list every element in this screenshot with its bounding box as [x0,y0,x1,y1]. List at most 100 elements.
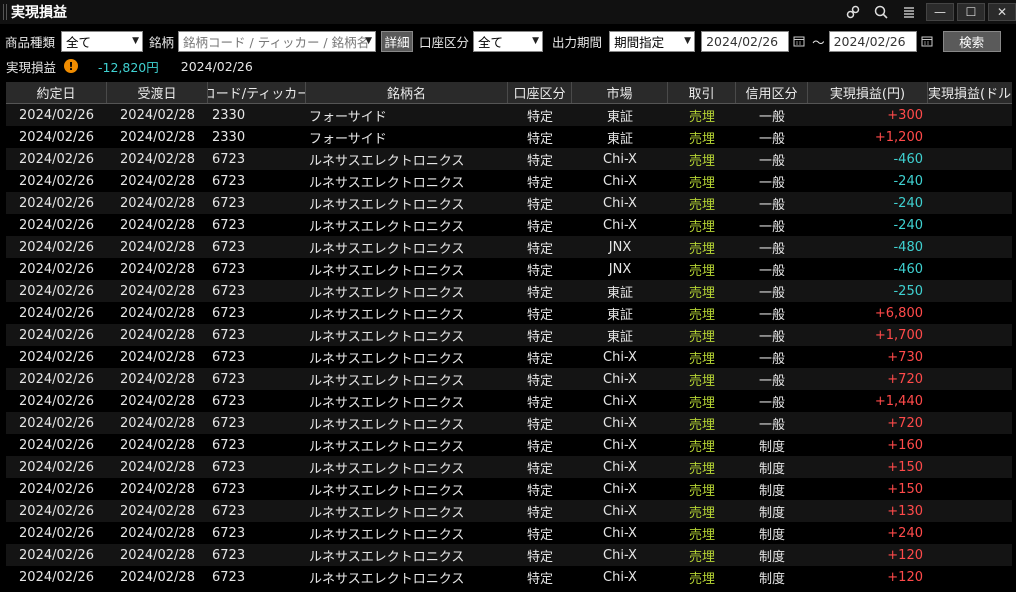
market-cell: Chi-X [603,525,637,541]
table-row[interactable]: 2024/02/26 2024/02/28 6723 ルネサスエレクトロニクス 特定 Ch… [6,148,1012,170]
table-row[interactable]: 2024/02/26 2024/02/28 6723 ルネサスエレクトロニクス 特定 東証… [6,302,1012,324]
name-cell: フォーサイド [309,109,387,125]
table-row[interactable]: 2024/02/26 2024/02/28 2330 フォーサイド 特定 東証 売埋 一般 +1… [6,126,1012,148]
market-cell: 東証 [606,109,633,125]
table-row[interactable]: 2024/02/26 2024/02/28 6723 ルネサスエレクトロニクス 特定 Ch… [6,544,1012,566]
account-select[interactable]: 全て ▼ [473,30,544,52]
settle-date-cell: 2024/02/28 [120,283,195,299]
code-cell: 6723 [212,525,246,541]
table-row[interactable]: 2024/02/26 2024/02/28 6723 ルネサスエレクトロニクス 特定 Ch… [6,170,1012,192]
col-header-name[interactable]: 銘柄名 [306,82,508,103]
market-cell: Chi-X [603,151,637,167]
link-icon[interactable] [839,2,867,22]
account-label: 口座区分 [419,34,470,50]
table-row[interactable]: 2024/02/26 2024/02/28 6723 ルネサスエレクトロニクス 特定 Ch… [6,522,1012,544]
code-cell: 6723 [212,349,246,365]
market-cell: Chi-X [603,547,637,563]
calendar-icon[interactable] [791,32,807,50]
maximize-button[interactable]: ☐ [957,3,985,21]
settle-date-cell: 2024/02/28 [120,569,195,585]
col-header-account[interactable]: 口座区分 [508,82,572,103]
settle-date-cell: 2024/02/28 [120,107,195,123]
name-cell: ルネサスエレクトロニクス [309,373,465,389]
pl-usd-cell [928,456,1012,478]
table-row[interactable]: 2024/02/26 2024/02/28 6723 ルネサスエレクトロニクス 特定 Ch… [6,566,1012,588]
filter-bar: 商品種類 全て ▼ 銘柄 銘柄コード / ティッカー / 銘柄名 ▼ 詳細 口座… [0,28,1016,54]
table-row[interactable]: 2024/02/26 2024/02/28 6723 ルネサスエレクトロニクス 特定 東証… [6,280,1012,302]
pl-usd-cell [928,214,1012,236]
table-row[interactable]: 2024/02/26 2024/02/28 6723 ルネサスエレクトロニクス 特定 Ch… [6,214,1012,236]
code-cell: 6723 [212,393,246,409]
table-row[interactable]: 2024/02/26 2024/02/28 6723 ルネサスエレクトロニクス 特定 Ch… [6,500,1012,522]
account-cell: 特定 [526,351,553,367]
menu-icon[interactable] [895,2,923,22]
date-from-field[interactable]: 2024/02/26 [701,30,790,52]
table-header: 約定日 受渡日 コード/ティッカー 銘柄名 口座区分 市場 取引 信用区分 実現… [6,82,1012,104]
account-cell: 特定 [526,329,553,345]
table-row[interactable]: 2024/02/26 2024/02/28 6723 ルネサスエレクトロニクス 特定 Ch… [6,346,1012,368]
pl-usd-cell [928,478,1012,500]
col-header-code[interactable]: コード/ティッカー [208,82,306,103]
trade-date-cell: 2024/02/26 [19,261,94,277]
product-type-select[interactable]: 全て ▼ [61,30,144,52]
trade-cell: 売埋 [688,241,715,257]
col-header-trade[interactable]: 取引 [668,82,736,103]
table-row[interactable]: 2024/02/26 2024/02/28 6723 ルネサスエレクトロニクス 特定 Ch… [6,434,1012,456]
pl-yen-cell: +720 [887,371,923,387]
pl-usd-cell [928,126,1012,148]
period-select[interactable]: 期間指定 ▼ [609,30,696,52]
window-title: 実現損益 [11,5,67,21]
name-cell: ルネサスエレクトロニクス [309,263,465,279]
table-row[interactable]: 2024/02/26 2024/02/28 6723 ルネサスエレクトロニクス 特定 Ch… [6,412,1012,434]
code-cell: 2330 [212,107,246,123]
symbol-input[interactable]: 銘柄コード / ティッカー / 銘柄名 ▼ [178,30,377,52]
detail-button[interactable]: 詳細 [381,30,414,52]
col-header-settle-date[interactable]: 受渡日 [107,82,208,103]
name-cell: ルネサスエレクトロニクス [309,285,465,301]
table-row[interactable]: 2024/02/26 2024/02/28 6723 ルネサスエレクトロニクス 特定 Ch… [6,368,1012,390]
table-row[interactable]: 2024/02/26 2024/02/28 6723 ルネサスエレクトロニクス 特定 Ch… [6,456,1012,478]
chevron-down-icon: ▼ [532,35,540,46]
market-cell: 東証 [606,329,633,345]
search-icon[interactable] [867,2,895,22]
table-row[interactable]: 2024/02/26 2024/02/28 6723 ルネサスエレクトロニクス 特定 Ch… [6,390,1012,412]
pl-usd-cell [928,522,1012,544]
date-to-field[interactable]: 2024/02/26 [828,30,917,52]
trade-date-cell: 2024/02/26 [19,481,94,497]
trade-date-cell: 2024/02/26 [19,503,94,519]
table-row[interactable]: 2024/02/26 2024/02/28 6723 ルネサスエレクトロニクス 特定 東証… [6,324,1012,346]
pl-usd-cell [928,500,1012,522]
warning-icon[interactable]: ! [64,59,79,73]
table-row[interactable]: 2024/02/26 2024/02/28 6723 ルネサスエレクトロニクス 特定 Ch… [6,192,1012,214]
account-cell: 特定 [526,307,553,323]
chevron-down-icon: ▼ [684,35,692,46]
table-row[interactable]: 2024/02/26 2024/02/28 6723 ルネサスエレクトロニクス 特定 JN… [6,236,1012,258]
credit-cell: 制度 [758,527,785,543]
table-row[interactable]: 2024/02/26 2024/02/28 6723 ルネサスエレクトロニクス 特定 JN… [6,258,1012,280]
table-row[interactable]: 2024/02/26 2024/02/28 2330 フォーサイド 特定 東証 売埋 一般 +3… [6,104,1012,126]
col-header-trade-date[interactable]: 約定日 [6,82,107,103]
search-button[interactable]: 検索 [942,30,1001,52]
credit-cell: 一般 [758,241,785,257]
name-cell: ルネサスエレクトロニクス [309,307,465,323]
col-header-market[interactable]: 市場 [572,82,668,103]
credit-cell: 一般 [758,131,785,147]
pl-yen-cell: +150 [887,481,923,497]
col-header-credit[interactable]: 信用区分 [736,82,808,103]
trade-cell: 売埋 [688,219,715,235]
minimize-button[interactable]: — [926,3,954,21]
col-header-pl-yen[interactable]: 実現損益(円) [808,82,928,103]
settle-date-cell: 2024/02/28 [120,481,195,497]
credit-cell: 一般 [758,307,785,323]
code-cell: 2330 [212,129,246,145]
trade-date-cell: 2024/02/26 [19,569,94,585]
credit-cell: 一般 [758,395,785,411]
table-row[interactable]: 2024/02/26 2024/02/28 6723 ルネサスエレクトロニクス 特定 Ch… [6,478,1012,500]
pl-usd-cell [928,434,1012,456]
col-header-pl-usd[interactable]: 実現損益(ドル [928,82,1012,103]
pl-usd-cell [928,566,1012,588]
close-button[interactable]: ✕ [988,3,1016,21]
drag-grip[interactable] [3,4,7,20]
pl-usd-cell [928,258,1012,280]
calendar-icon[interactable] [919,32,935,50]
